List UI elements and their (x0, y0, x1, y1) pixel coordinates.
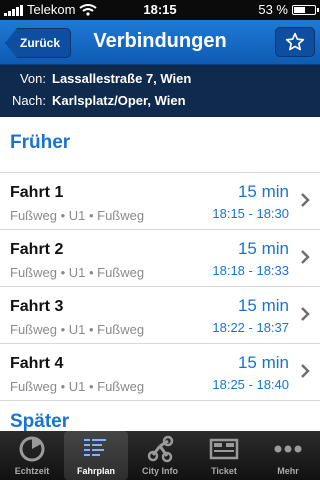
ticket-icon (209, 434, 239, 464)
connection-modes: Fußweg • U1 • Fußweg (10, 322, 145, 337)
earlier-button[interactable]: Früher (10, 132, 70, 154)
tab-echtzeit[interactable]: Echtzeit (0, 431, 64, 480)
connection-item[interactable]: Fahrt 2 Fußweg • U1 • Fußweg 15 min 18:1… (0, 229, 320, 286)
tab-label: Fahrplan (76, 466, 115, 476)
status-right: 53 % (258, 2, 319, 17)
star-icon (285, 32, 305, 51)
tab-fahrplan[interactable]: Fahrplan (64, 431, 128, 480)
connection-item[interactable]: Fahrt 3 Fußweg • U1 • Fußweg 15 min 18:2… (0, 286, 320, 343)
status-bar: Telekom 18:15 53 % (0, 0, 320, 20)
chevron-right-icon (301, 364, 310, 378)
connection-times: 18:22 - 18:37 (212, 320, 289, 335)
battery-percentage: 53 % (258, 2, 288, 17)
from-location: Lassallestraße 7, Wien (52, 71, 192, 86)
tab-ticket[interactable]: Ticket (192, 431, 256, 480)
tab-label: Mehr (277, 466, 299, 476)
timetable-icon (81, 434, 111, 464)
connection-modes: Fußweg • U1 • Fußweg (10, 208, 145, 223)
tab-label: Echtzeit (14, 466, 50, 476)
battery-icon (292, 4, 319, 15)
connection-times: 18:25 - 18:40 (212, 377, 289, 392)
tab-city-info[interactable]: City Info (128, 431, 192, 480)
connection-duration: 15 min (237, 182, 289, 201)
tab-bar: Echtzeit Fahrplan City Info Ticket Mehr (0, 431, 320, 480)
connection-times: 18:15 - 18:30 (212, 206, 289, 221)
chevron-right-icon (301, 250, 310, 264)
network-icon (145, 434, 175, 464)
chevron-right-icon (301, 307, 310, 321)
connection-title: Fahrt 3 (10, 298, 64, 315)
clock-icon (17, 434, 47, 464)
connection-modes: Fußweg • U1 • Fußweg (10, 265, 145, 280)
tab-mehr[interactable]: Mehr (256, 431, 320, 480)
page-title: Verbindungen (93, 30, 227, 52)
connection-item[interactable]: Fahrt 4 Fußweg • U1 • Fußweg 15 min 18:2… (0, 343, 320, 401)
navigation-bar: Zurück Verbindungen (0, 20, 320, 65)
to-label: Nach: (12, 93, 46, 108)
connections-list: Fahrt 1 Fußweg • U1 • Fußweg 15 min 18:1… (0, 172, 320, 401)
connection-times: 18:18 - 18:33 (212, 263, 289, 278)
connection-duration: 15 min (237, 296, 289, 315)
connection-duration: 15 min (237, 239, 289, 258)
tab-label: Ticket (211, 466, 237, 476)
connection-title: Fahrt 2 (10, 241, 64, 258)
tab-label: City Info (142, 466, 178, 476)
connection-duration: 15 min (237, 353, 289, 372)
to-location: Karlsplatz/Oper, Wien (52, 93, 186, 108)
from-label: Von: (19, 71, 46, 86)
connection-modes: Fußweg • U1 • Fußweg (10, 379, 145, 394)
later-button[interactable]: Später (10, 411, 69, 433)
route-summary: Von: Lassallestraße 7, Wien Nach: Karlsp… (0, 65, 320, 117)
chevron-right-icon (301, 193, 310, 207)
route-from-row: Von: Lassallestraße 7, Wien (0, 71, 320, 91)
more-dots-icon (273, 434, 303, 464)
favorite-button[interactable] (275, 27, 315, 57)
connection-title: Fahrt 4 (10, 355, 64, 372)
connection-item[interactable]: Fahrt 1 Fußweg • U1 • Fußweg 15 min 18:1… (0, 172, 320, 229)
connection-title: Fahrt 1 (10, 184, 64, 201)
route-to-row: Nach: Karlsplatz/Oper, Wien (0, 93, 320, 113)
